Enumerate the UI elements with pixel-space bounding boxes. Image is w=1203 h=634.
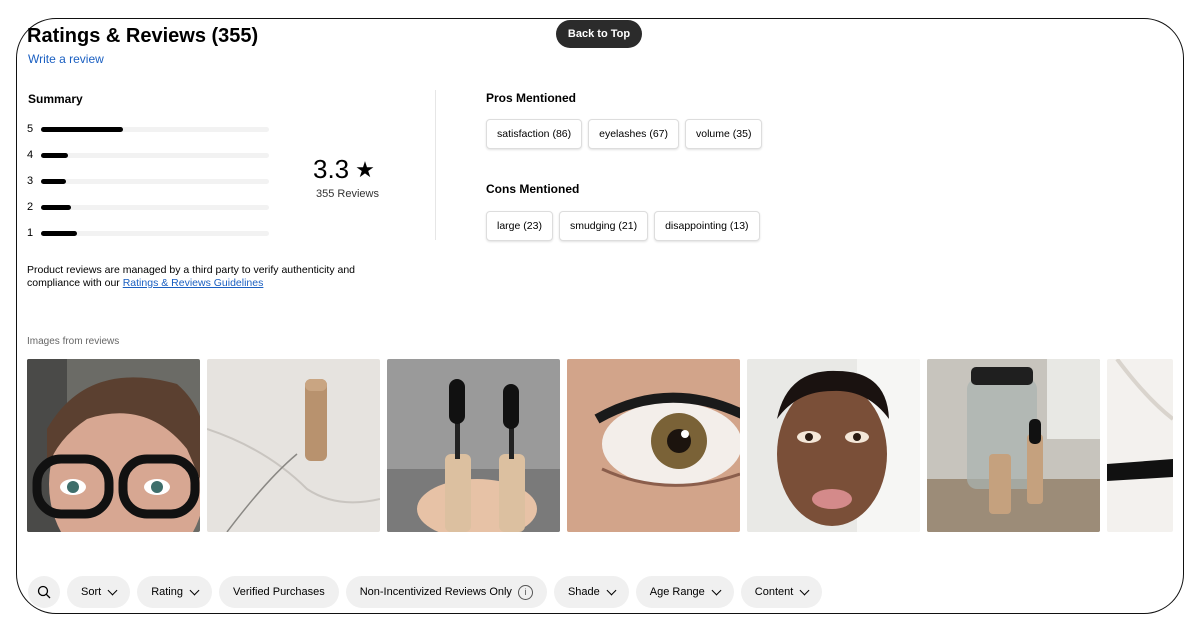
pros-chip[interactable]: satisfaction (86): [486, 119, 583, 149]
sort-dropdown[interactable]: Sort: [67, 576, 131, 608]
non-incentivized-filter[interactable]: Non-Incentivized Reviews Only i: [345, 576, 547, 608]
images-heading: Images from reviews: [27, 336, 120, 347]
chevron-down-icon: [107, 585, 118, 595]
review-image-bathroom-counter[interactable]: [927, 359, 1100, 532]
review-image-mascara-wands[interactable]: [387, 359, 560, 532]
rating-filter[interactable]: Rating: [137, 576, 212, 608]
star-icon: ★: [355, 156, 375, 182]
rating-row-5[interactable]: 5: [27, 116, 269, 142]
shade-label: Shade: [567, 586, 600, 598]
write-review-link[interactable]: Write a review: [28, 52, 104, 66]
search-icon: [37, 585, 51, 599]
rating-row-1[interactable]: 1: [27, 220, 269, 246]
disclaimer: Product reviews are managed by a third p…: [27, 264, 407, 290]
shade-filter[interactable]: Shade: [553, 576, 629, 608]
review-image-mascara-tube-marble[interactable]: [207, 359, 380, 532]
rating-row-label: 3: [27, 175, 34, 187]
filter-bar: Sort Rating Verified Purchases Non-Incen…: [28, 576, 823, 608]
chevron-down-icon: [606, 585, 617, 595]
rating-bar-track: [41, 178, 269, 184]
review-count: 355 Reviews: [316, 188, 379, 200]
chevron-down-icon: [711, 585, 722, 595]
rating-distribution: 5 4 3 2 1: [27, 116, 269, 246]
summary-heading: Summary: [28, 92, 83, 106]
pros-chips: satisfaction (86) eyelashes (67) volume …: [486, 119, 763, 149]
rating-bar-fill: [41, 178, 67, 184]
cons-chip[interactable]: smudging (21): [558, 211, 649, 241]
page-title: Ratings & Reviews (355): [27, 25, 259, 47]
search-button[interactable]: [28, 576, 60, 608]
average-rating-value: 3.3: [313, 154, 350, 184]
chevron-down-icon: [189, 585, 200, 595]
rating-bar-fill: [41, 126, 124, 132]
rating-row-4[interactable]: 4: [27, 142, 269, 168]
pros-heading: Pros Mentioned: [486, 91, 577, 105]
cons-chips: large (23) smudging (21) disappointing (…: [486, 211, 760, 241]
pros-chip[interactable]: eyelashes (67): [588, 119, 679, 149]
rating-bar-fill: [41, 152, 69, 158]
rating-row-label: 1: [27, 227, 34, 239]
rating-row-label: 2: [27, 201, 34, 213]
rating-bar-fill: [41, 204, 71, 210]
pros-chip[interactable]: volume (35): [685, 119, 763, 149]
review-image-eye-closeup[interactable]: [567, 359, 740, 532]
review-image-gallery: [27, 359, 1173, 532]
age-range-label: Age Range: [649, 586, 705, 598]
rating-bar-track: [41, 126, 269, 132]
rating-row-label: 5: [27, 123, 34, 135]
review-image-woman-glasses[interactable]: [27, 359, 200, 532]
back-to-top-button[interactable]: Back to Top: [556, 20, 642, 48]
verified-label: Verified Purchases: [232, 586, 325, 598]
rating-bar-track: [41, 152, 269, 158]
verified-purchases-filter[interactable]: Verified Purchases: [218, 576, 339, 608]
sort-label: Sort: [81, 586, 102, 598]
rating-bar-track: [41, 204, 269, 210]
review-image-man-face[interactable]: [747, 359, 920, 532]
rating-row-3[interactable]: 3: [27, 168, 269, 194]
chevron-down-icon: [799, 585, 810, 595]
review-image-mascara-swatch[interactable]: [1107, 359, 1173, 532]
age-range-filter[interactable]: Age Range: [635, 576, 734, 608]
average-rating: 3.3 ★: [313, 154, 375, 185]
rating-row-2[interactable]: 2: [27, 194, 269, 220]
rating-bar-fill: [41, 230, 78, 236]
guidelines-link[interactable]: Ratings & Reviews Guidelines: [123, 277, 264, 289]
content-label: Content: [754, 586, 794, 598]
content-filter[interactable]: Content: [740, 576, 823, 608]
cons-chip[interactable]: large (23): [486, 211, 553, 241]
cons-chip[interactable]: disappointing (13): [654, 211, 760, 241]
divider: [435, 90, 436, 240]
non-incentivized-label: Non-Incentivized Reviews Only: [359, 586, 512, 598]
rating-row-label: 4: [27, 149, 34, 161]
info-icon[interactable]: i: [517, 584, 533, 600]
rating-label: Rating: [151, 586, 183, 598]
rating-bar-track: [41, 230, 269, 236]
cons-heading: Cons Mentioned: [486, 182, 580, 196]
